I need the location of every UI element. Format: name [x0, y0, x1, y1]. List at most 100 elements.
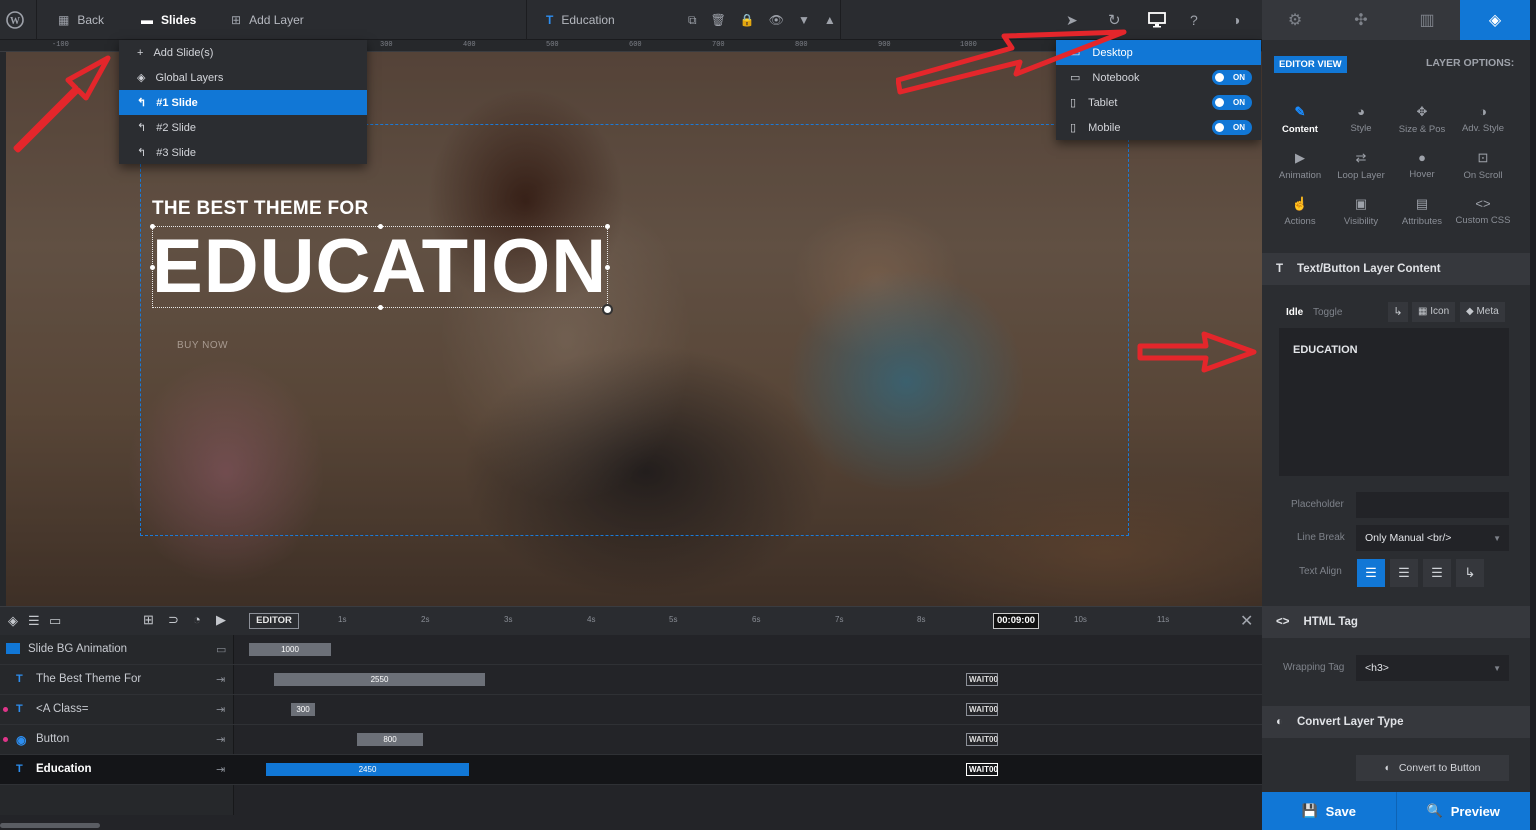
eye-icon[interactable]: 👁 [769, 13, 784, 27]
loop-layer-option[interactable]: ⇄ Loop Layer [1331, 150, 1391, 181]
wait-marker[interactable]: WAIT00 [966, 703, 998, 716]
wait-marker[interactable]: WAIT00 [966, 763, 998, 776]
slide-1-item[interactable]: ↰ #1 Slide [119, 90, 367, 115]
wait-marker[interactable]: WAIT00 [966, 673, 998, 686]
close-icon[interactable]: ✕ [1240, 611, 1253, 631]
animation-option[interactable]: ▶ Animation [1270, 150, 1330, 181]
align-right-icon[interactable]: ☰ [1423, 559, 1451, 587]
title-layer[interactable]: EDUCATION [152, 222, 607, 312]
slide-3-item[interactable]: ↰ #3 Slide [119, 140, 367, 165]
slides-button[interactable]: ▬ Slides [141, 0, 196, 40]
caret-down-icon[interactable]: ▼ [798, 13, 810, 27]
hover-option[interactable]: ● Hover [1392, 150, 1452, 180]
tablet-toggle[interactable]: ON [1212, 95, 1252, 110]
wrapping-tag-select[interactable]: <h3> ▼ [1356, 655, 1509, 681]
timeline-row-selected[interactable]: T Education ⇥ 2450 WAIT00 [0, 755, 1262, 785]
caret-up-icon[interactable]: ▲ [824, 13, 836, 27]
mobile-item[interactable]: ▯ Mobile ON [1056, 115, 1261, 140]
idle-tab[interactable]: Idle [1286, 307, 1303, 318]
slide-options-icon[interactable]: ▥ [1394, 0, 1460, 40]
toggle-tab[interactable]: Toggle [1313, 307, 1342, 318]
list-icon[interactable]: ☰ [28, 613, 40, 629]
meta-label: Meta [1476, 306, 1499, 317]
style-option[interactable]: ◕ Style [1331, 104, 1391, 134]
buy-now-layer[interactable]: BUY NOW [177, 340, 228, 351]
stopwatch-icon[interactable]: ◔ [193, 612, 201, 627]
attributes-option[interactable]: ▤ Attributes [1392, 196, 1452, 227]
subtitle-layer[interactable]: THE BEST THEME FOR [152, 198, 369, 220]
timing-bar[interactable]: 300 [291, 703, 315, 716]
align-center-icon[interactable]: ☰ [1390, 559, 1418, 587]
horizontal-scrollbar[interactable] [0, 823, 100, 828]
magnet-icon[interactable]: ⊃ [168, 612, 179, 628]
timeline-row[interactable]: ◉ Button ⇥ 800 WAIT00 [0, 725, 1262, 755]
global-layers-item[interactable]: ◈ Global Layers [119, 65, 367, 90]
rotate-handle[interactable] [602, 304, 613, 315]
wordpress-logo-icon[interactable]: W [6, 0, 24, 40]
actions-option[interactable]: ☝ Actions [1270, 196, 1330, 227]
line-break-icon[interactable]: ↳ [1388, 302, 1408, 322]
contrast-icon[interactable]: ◑ [1232, 0, 1240, 40]
layer-options-icon[interactable]: ◈ [1460, 0, 1530, 40]
wait-marker[interactable]: WAIT00 [966, 733, 998, 746]
meta-button[interactable]: ◆ Meta [1460, 302, 1505, 322]
content-option[interactable]: ✎ Content [1270, 104, 1330, 135]
layers-icon[interactable]: ◈ [8, 613, 18, 629]
html-tag-section[interactable]: <> HTML Tag [1262, 606, 1530, 638]
align-reset-icon[interactable]: ↳ [1456, 559, 1484, 587]
icon-button[interactable]: ▦ Icon [1412, 302, 1456, 322]
editor-marker[interactable]: EDITOR [249, 613, 299, 629]
duplicate-icon[interactable]: ⧉ [688, 13, 697, 28]
back-button[interactable]: ▦ Back [58, 0, 104, 40]
lock-icon[interactable]: 🔒 [740, 13, 755, 27]
placeholder-input[interactable] [1356, 492, 1509, 518]
scroll-icon: ⊡ [1477, 150, 1489, 165]
visibility-option[interactable]: ▣ Visibility [1331, 196, 1391, 227]
adv-style-option[interactable]: ◑ Adv. Style [1453, 104, 1513, 134]
end-icon[interactable]: ⇥ [216, 703, 225, 716]
add-slides-item[interactable]: + Add Slide(s) [119, 40, 367, 65]
layer-grid-guide [140, 124, 1129, 536]
slide-2-item[interactable]: ↰ #2 Slide [119, 115, 367, 140]
notebook-toggle[interactable]: ON [1212, 70, 1252, 85]
help-icon[interactable]: ? [1190, 0, 1198, 40]
timeline-row[interactable]: T <A Class= ⇥ 300 WAIT00 [0, 695, 1262, 725]
convert-to-button[interactable]: ◐ Convert to Button [1356, 755, 1509, 781]
end-icon[interactable]: ⇥ [216, 763, 225, 776]
timeline-row[interactable]: T The Best Theme For ⇥ 2550 WAIT00 [0, 665, 1262, 695]
navigation-icon[interactable]: ✣ [1328, 0, 1394, 40]
tick-label: 7s [835, 615, 844, 624]
menu-label: Mobile [1088, 121, 1121, 134]
custom-css-option[interactable]: <> Custom CSS [1453, 196, 1513, 226]
play-icon[interactable]: ▶ [216, 612, 226, 628]
current-layer-name[interactable]: T Education [546, 0, 615, 40]
desktop-icon[interactable] [1148, 0, 1166, 40]
convert-label: Convert to Button [1398, 762, 1481, 774]
bg-icon[interactable]: ▭ [216, 643, 226, 656]
folder-icon[interactable]: ▭ [49, 613, 61, 629]
timing-bar[interactable]: 800 [357, 733, 423, 746]
mobile-toggle[interactable]: ON [1212, 120, 1252, 135]
add-layer-button[interactable]: ⊞ Add Layer [231, 0, 304, 40]
grid-icon[interactable]: ⊞ [143, 612, 154, 628]
line-break-select[interactable]: Only Manual <br/> ▼ [1356, 525, 1509, 551]
timing-bar[interactable]: 2450 [266, 763, 469, 776]
text-content-section[interactable]: T Text/Button Layer Content [1262, 253, 1530, 285]
save-button[interactable]: 💾 Save [1262, 792, 1397, 830]
timeline-row[interactable]: Slide BG Animation ▭ 1000 [0, 635, 1262, 665]
trash-icon[interactable]: 🗑 [711, 13, 726, 27]
content-textarea[interactable]: EDUCATION [1279, 328, 1509, 476]
time-marker[interactable]: 00:09:00 [993, 613, 1039, 629]
convert-layer-section[interactable]: ◐ Convert Layer Type [1262, 706, 1530, 738]
editor-view-badge[interactable]: EDITOR VIEW [1274, 56, 1347, 73]
end-icon[interactable]: ⇥ [216, 673, 225, 686]
on-scroll-option[interactable]: ⊡ On Scroll [1453, 150, 1513, 181]
preview-button[interactable]: 🔍 Preview [1397, 792, 1531, 830]
end-icon[interactable]: ⇥ [216, 733, 225, 746]
size-pos-option[interactable]: ✥ Size & Pos [1392, 104, 1452, 135]
settings-gear-icon[interactable]: ⚙ [1262, 0, 1328, 40]
timing-bar[interactable]: 1000 [249, 643, 331, 656]
align-left-icon[interactable]: ☰ [1357, 559, 1385, 587]
tick-label: 4s [587, 615, 596, 624]
timing-bar[interactable]: 2550 [274, 673, 485, 686]
